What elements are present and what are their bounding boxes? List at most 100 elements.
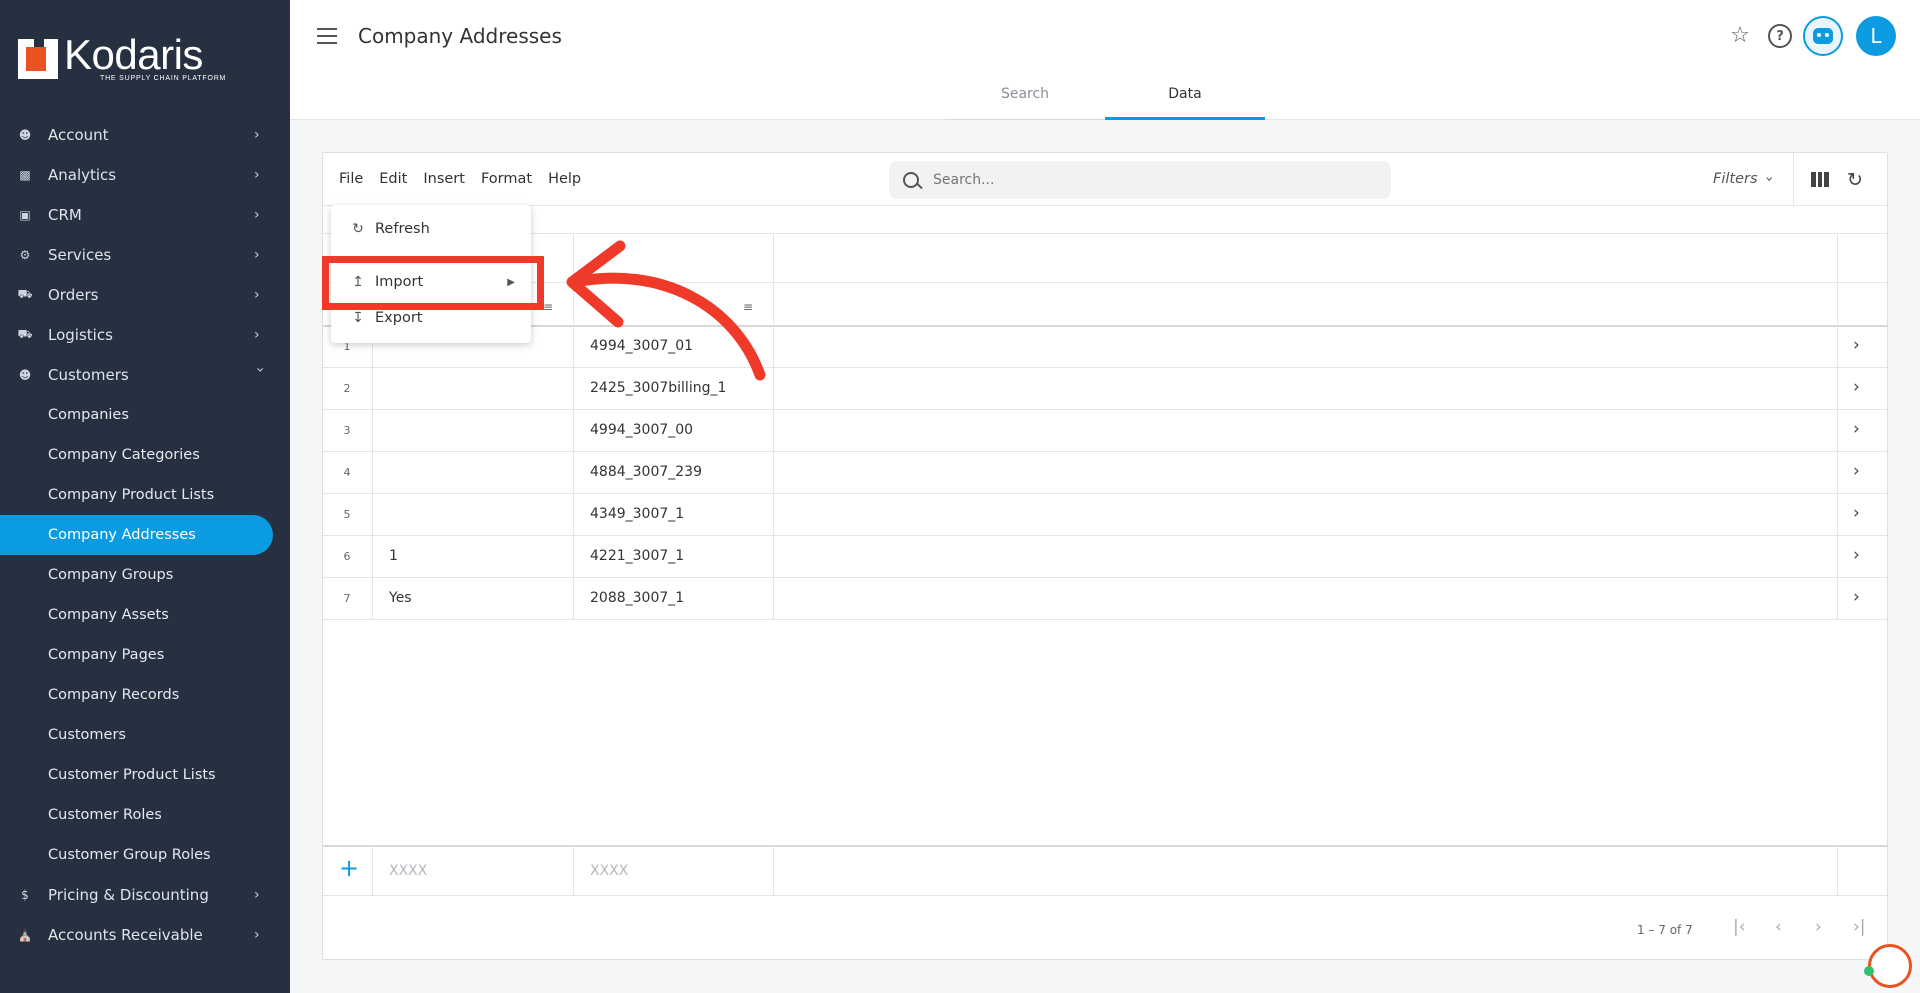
sidebar-item-label: Accounts Receivable <box>48 926 203 944</box>
next-page-icon[interactable]: › <box>1815 917 1822 937</box>
menu-edit[interactable]: Edit <box>379 171 407 187</box>
row-open-chevron-icon[interactable]: › <box>1853 461 1860 481</box>
table-cell[interactable]: Yes <box>389 590 412 606</box>
menu-help[interactable]: Help <box>548 171 581 187</box>
truck-icon: ⛟ <box>17 287 33 301</box>
person-icon: ☻ <box>18 128 32 142</box>
row-number: 6 <box>343 550 351 563</box>
annotation-arrow <box>566 240 766 381</box>
logo-mark-icon <box>18 39 58 79</box>
people-icon: ☻ <box>18 368 32 382</box>
chevron-right-icon: › <box>254 927 260 943</box>
hamburger-menu-icon[interactable] <box>317 28 337 44</box>
menu-bar: File Edit Insert Format Help <box>339 171 581 187</box>
toolbar-divider <box>1793 153 1794 205</box>
sidebar-item-analytics[interactable]: ▩ Analytics › <box>0 155 290 195</box>
filters-label: Filters <box>1713 171 1758 187</box>
menu-format[interactable]: Format <box>481 171 532 187</box>
table-cell-code[interactable]: 2088_3007_1 <box>590 590 684 606</box>
menu-file[interactable]: File <box>339 171 363 187</box>
star-icon[interactable]: ☆ <box>1728 24 1752 48</box>
row-open-chevron-icon[interactable]: › <box>1853 545 1860 565</box>
sidebar-item-label: Customers <box>48 366 129 384</box>
menu-item-refresh[interactable]: ↻ Refresh <box>331 213 531 245</box>
sidebar-item-services[interactable]: ⚙ Services › <box>0 235 290 275</box>
table-cell-code[interactable]: 4994_3007_00 <box>590 422 693 438</box>
view-tabs: Search Data <box>945 78 1265 120</box>
row-open-chevron-icon[interactable]: › <box>1853 377 1860 397</box>
help-icon[interactable]: ? <box>1768 24 1792 48</box>
sidebar-item-pricing[interactable]: $ Pricing & Discounting › <box>0 875 290 915</box>
chevron-right-icon: › <box>254 167 260 183</box>
row-number: 4 <box>343 466 351 479</box>
sidebar-subitem-company-records[interactable]: Company Records <box>0 675 290 715</box>
sidebar-subitem-company-addresses[interactable]: Company Addresses <box>0 515 273 555</box>
sidebar-subitem-company-groups[interactable]: Company Groups <box>0 555 290 595</box>
sidebar-item-crm[interactable]: ▣ CRM › <box>0 195 290 235</box>
row-open-chevron-icon[interactable]: › <box>1853 587 1860 607</box>
kodaris-logo[interactable]: Kodaris THE SUPPLY CHAIN PLATFORM <box>18 34 226 82</box>
sidebar-subitem-company-categories[interactable]: Company Categories <box>0 435 290 475</box>
refresh-icon[interactable]: ↻ <box>1847 169 1863 191</box>
sidebar-subitem-company-product-lists[interactable]: Company Product Lists <box>0 475 290 515</box>
table-cell-code[interactable]: 4884_3007_239 <box>590 464 702 480</box>
sidebar-item-orders[interactable]: ⛟ Orders › <box>0 275 290 315</box>
first-page-icon[interactable]: |‹ <box>1733 917 1746 937</box>
row-open-chevron-icon[interactable]: › <box>1853 419 1860 439</box>
assistant-bot-icon[interactable] <box>1803 16 1843 56</box>
crm-icon: ▣ <box>19 208 31 222</box>
new-row-input[interactable]: XXXX <box>389 863 427 879</box>
page-title: Company Addresses <box>358 24 562 48</box>
sidebar-subitem-customer-group-roles[interactable]: Customer Group Roles <box>0 835 290 875</box>
row-number: 3 <box>343 424 351 437</box>
search-input[interactable] <box>933 172 1353 188</box>
chat-widget-icon[interactable] <box>1868 944 1912 988</box>
avatar[interactable]: L <box>1856 16 1896 56</box>
add-row-button[interactable]: + <box>339 854 359 882</box>
new-row-code-input[interactable]: XXXX <box>590 863 628 879</box>
data-grid: ≡ ≡ 1 4994_3007_01 › 2 2425_3007billing_… <box>323 205 1887 896</box>
row-number: 5 <box>343 508 351 521</box>
sidebar-subitem-companies[interactable]: Companies <box>0 395 290 435</box>
sidebar-item-label: Services <box>48 246 112 264</box>
chevron-right-icon: › <box>254 327 260 343</box>
sidebar-item-label: Logistics <box>48 326 113 344</box>
tab-search[interactable]: Search <box>945 78 1105 120</box>
sidebar-subitem-customers[interactable]: Customers <box>0 715 290 755</box>
row-open-chevron-icon[interactable]: › <box>1853 335 1860 355</box>
menu-item-label: Export <box>375 310 423 326</box>
filters-button[interactable]: Filters › <box>1713 171 1776 187</box>
prev-page-icon[interactable]: ‹ <box>1775 917 1782 937</box>
dollar-icon: $ <box>21 888 29 902</box>
tab-data[interactable]: Data <box>1105 78 1265 120</box>
download-icon: ↧ <box>352 310 364 326</box>
sidebar-item-label: Pricing & Discounting <box>48 886 209 904</box>
sidebar-subitem-company-pages[interactable]: Company Pages <box>0 635 290 675</box>
sidebar-item-label: Account <box>48 126 109 144</box>
import-highlight-box <box>322 256 544 310</box>
sidebar-item-account[interactable]: ☻ Account › <box>0 115 290 155</box>
sidebar-item-logistics[interactable]: ⛟ Logistics › <box>0 315 290 355</box>
gears-icon: ⚙ <box>19 248 31 262</box>
online-status-dot <box>1864 966 1874 976</box>
row-number: 7 <box>343 592 351 605</box>
table-cell-code[interactable]: 4221_3007_1 <box>590 548 684 564</box>
columns-icon[interactable] <box>1811 172 1830 187</box>
menu-insert[interactable]: Insert <box>423 171 465 187</box>
sidebar-item-customers[interactable]: ☻ Customers › <box>0 355 290 395</box>
sidebar-subitem-customer-roles[interactable]: Customer Roles <box>0 795 290 835</box>
chevron-down-icon: › <box>252 367 268 373</box>
chevron-right-icon: › <box>254 247 260 263</box>
sidebar-subitem-customer-product-lists[interactable]: Customer Product Lists <box>0 755 290 795</box>
table-cell-code[interactable]: 4349_3007_1 <box>590 506 684 522</box>
sidebar-nav: ☻ Account › ▩ Analytics › ▣ CRM › ⚙ Serv… <box>0 115 290 955</box>
sidebar-item-accounts-receivable[interactable]: ⛪ Accounts Receivable › <box>0 915 290 955</box>
chevron-right-icon: › <box>254 887 260 903</box>
sidebar-subitem-company-assets[interactable]: Company Assets <box>0 595 290 635</box>
chevron-right-icon: › <box>254 127 260 143</box>
chevron-right-icon: › <box>254 207 260 223</box>
row-open-chevron-icon[interactable]: › <box>1853 503 1860 523</box>
last-page-icon[interactable]: ›| <box>1853 917 1866 937</box>
table-cell[interactable]: 1 <box>389 548 398 564</box>
sidebar-item-label: Orders <box>48 286 99 304</box>
